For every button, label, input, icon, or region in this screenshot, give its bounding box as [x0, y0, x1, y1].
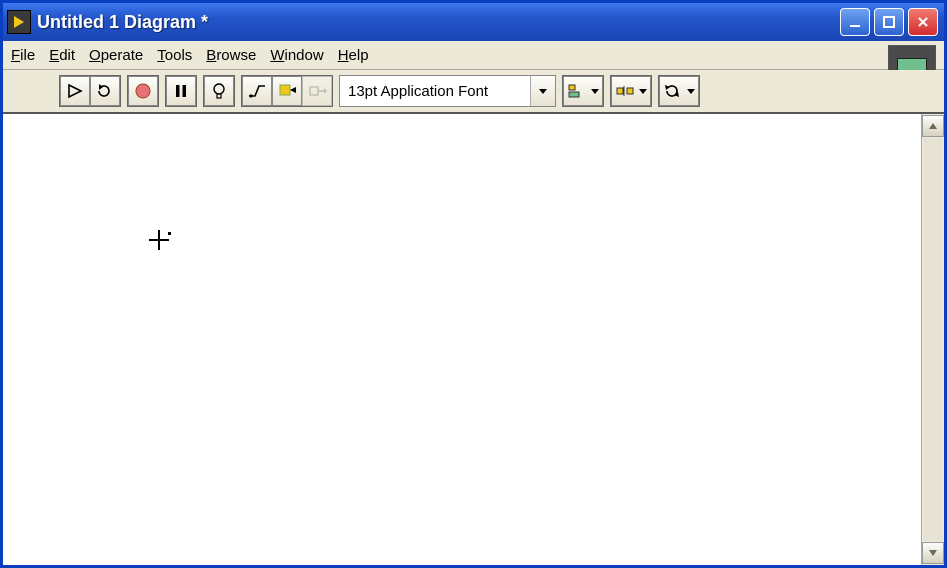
- distribute-objects-button[interactable]: [611, 76, 651, 106]
- titlebar: Untitled 1 Diagram *: [3, 3, 944, 41]
- close-button[interactable]: [908, 8, 938, 36]
- minimize-icon: [848, 15, 862, 29]
- menu-file[interactable]: File: [11, 47, 35, 64]
- maximize-icon: [882, 15, 896, 29]
- scroll-down-button[interactable]: [922, 542, 944, 564]
- app-window: Untitled 1 Diagram * File Edit Operate T…: [0, 0, 947, 568]
- menu-window[interactable]: Window: [270, 47, 323, 64]
- run-continuous-button[interactable]: [90, 76, 120, 106]
- highlight-execution-button[interactable]: [204, 76, 234, 106]
- vertical-scrollbar[interactable]: [921, 114, 944, 565]
- retain-wire-values-button[interactable]: [242, 76, 272, 106]
- abort-group: [127, 75, 159, 107]
- light-bulb-icon: [210, 82, 228, 100]
- step-group: [241, 75, 333, 107]
- pause-group: [165, 75, 197, 107]
- chevron-down-icon: [687, 89, 695, 94]
- align-group: [562, 75, 604, 107]
- step-into-button[interactable]: [272, 76, 302, 106]
- close-icon: [916, 15, 930, 29]
- reorder-icon: [663, 82, 685, 100]
- chevron-up-icon: [928, 121, 938, 131]
- font-selector[interactable]: 13pt Application Font: [339, 75, 556, 107]
- run-arrow-icon: [66, 82, 84, 100]
- retain-wire-icon: [247, 82, 267, 100]
- pause-icon: [172, 82, 190, 100]
- toolbar: 13pt Application Font: [3, 70, 944, 114]
- run-button[interactable]: [60, 76, 90, 106]
- menu-operate[interactable]: Operate: [89, 47, 143, 64]
- step-over-button: [302, 76, 332, 106]
- menu-edit[interactable]: Edit: [49, 47, 75, 64]
- block-diagram-canvas[interactable]: [3, 114, 921, 565]
- menubar: File Edit Operate Tools Browse Window He…: [3, 41, 944, 70]
- reorder-group: [658, 75, 700, 107]
- crosshair-cursor-icon: [149, 230, 169, 250]
- scrollbar-track[interactable]: [923, 138, 943, 541]
- chevron-down-icon: [591, 89, 599, 94]
- abort-icon: [134, 82, 152, 100]
- window-title: Untitled 1 Diagram *: [37, 12, 834, 33]
- font-selector-dropdown[interactable]: [530, 76, 555, 106]
- chevron-down-icon: [639, 89, 647, 94]
- step-into-icon: [277, 82, 297, 100]
- app-icon: [7, 10, 31, 34]
- menu-help[interactable]: Help: [338, 47, 369, 64]
- window-controls: [840, 8, 938, 36]
- minimize-button[interactable]: [840, 8, 870, 36]
- reorder-button[interactable]: [659, 76, 699, 106]
- debug-group: [203, 75, 235, 107]
- menu-browse[interactable]: Browse: [206, 47, 256, 64]
- run-group: [59, 75, 121, 107]
- scroll-up-button[interactable]: [922, 115, 944, 137]
- chevron-down-icon: [539, 89, 547, 94]
- maximize-button[interactable]: [874, 8, 904, 36]
- editor-area: [3, 114, 944, 565]
- menu-tools[interactable]: Tools: [157, 47, 192, 64]
- step-over-icon: [307, 82, 327, 100]
- labview-arrow-icon: [14, 16, 24, 28]
- align-icon: [567, 82, 589, 100]
- distribute-icon: [615, 82, 637, 100]
- chevron-down-icon: [928, 548, 938, 558]
- run-continuous-icon: [95, 82, 115, 100]
- font-selector-value: 13pt Application Font: [340, 76, 530, 106]
- align-objects-button[interactable]: [563, 76, 603, 106]
- pause-button[interactable]: [166, 76, 196, 106]
- distribute-group: [610, 75, 652, 107]
- abort-button[interactable]: [128, 76, 158, 106]
